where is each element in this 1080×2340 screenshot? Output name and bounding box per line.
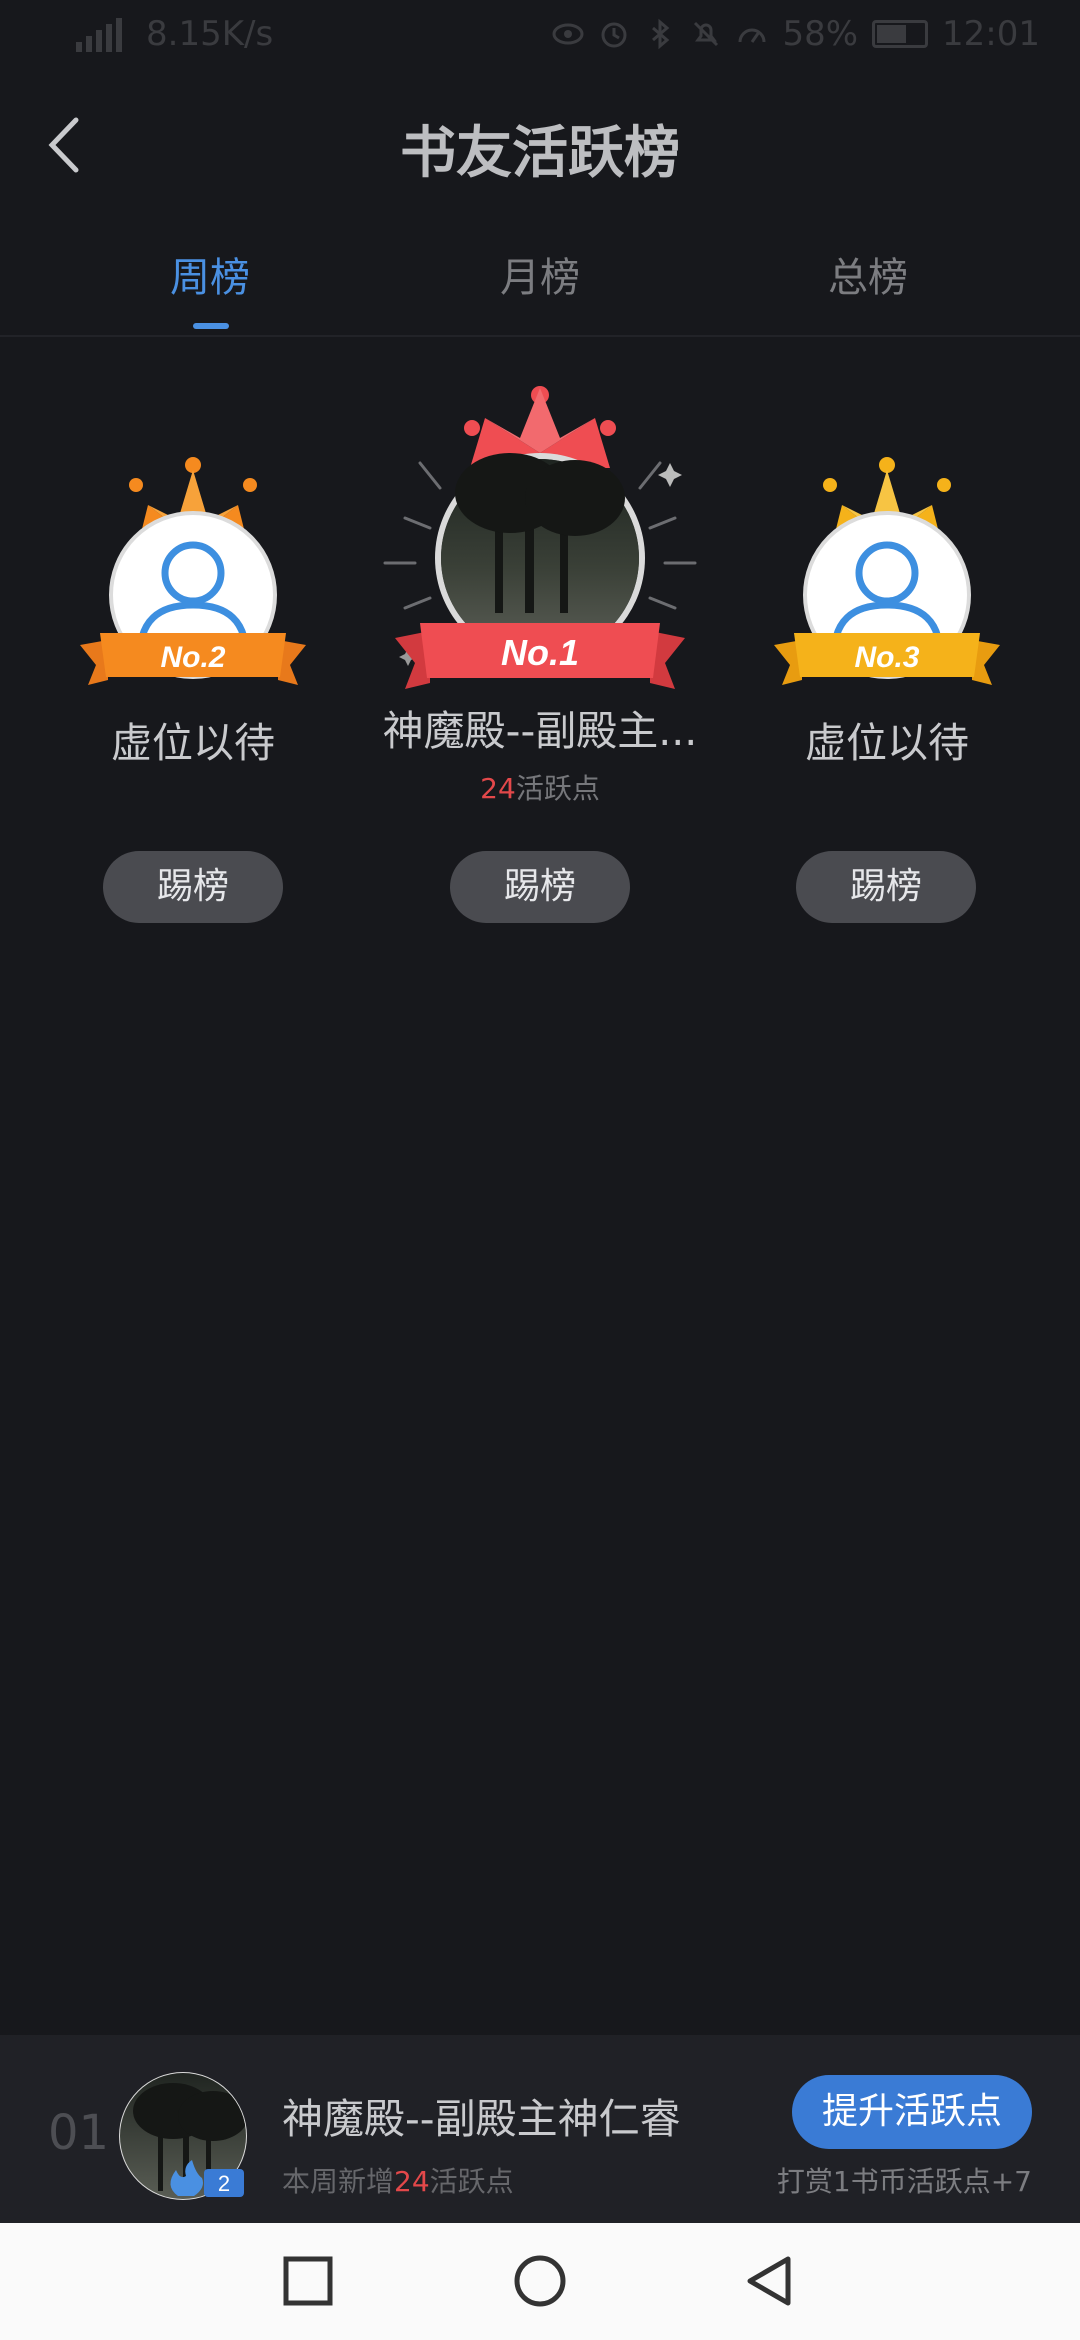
rank-badge-2: No.2 bbox=[80, 457, 306, 685]
speed-icon bbox=[738, 28, 766, 43]
user-name: 虚位以待 bbox=[111, 719, 275, 767]
home-icon[interactable] bbox=[512, 2253, 568, 2309]
tab-label: 月榜 bbox=[500, 255, 580, 301]
rank-badge-1: No.1 bbox=[383, 386, 697, 689]
bluetooth-icon bbox=[652, 18, 670, 50]
podium-second: No.2 虚位以待 bbox=[78, 445, 308, 769]
my-name: 神魔殿--副殿主神仁睿 bbox=[282, 2095, 681, 2143]
points-suffix: 活跃点 bbox=[515, 772, 600, 805]
podium-third: No.3 虚位以待 bbox=[772, 445, 1002, 769]
page-title: 书友活跃榜 bbox=[400, 120, 680, 186]
my-rank-bar: 01 2 神魔殿--副殿主神仁睿 本周新增24活跃点 提升活跃点 打赏1书币活跃… bbox=[0, 2035, 1080, 2223]
tab-total[interactable]: 总榜 bbox=[768, 245, 968, 303]
activity-points: 24活跃点 bbox=[375, 767, 705, 807]
sparkle-icon bbox=[658, 463, 682, 487]
active-tab-indicator bbox=[193, 323, 229, 329]
weekly-increase: 本周新增24活跃点 bbox=[282, 2160, 514, 2200]
rank-badge-label: No.3 bbox=[854, 641, 919, 674]
battery-percent: 58% bbox=[782, 14, 859, 54]
weekly-increase-value: 24 bbox=[394, 2165, 430, 2198]
podium-first: No.1 神魔殿--副殿主... 24活跃点 bbox=[375, 383, 705, 807]
signal-icon bbox=[76, 16, 124, 52]
avatar[interactable]: 2 bbox=[118, 2071, 248, 2201]
title-bar: 书友活跃榜 bbox=[0, 90, 1080, 200]
kick-button-third[interactable]: 踢榜 bbox=[796, 851, 976, 923]
clock: 12:01 bbox=[942, 14, 1040, 54]
mute-icon bbox=[694, 21, 719, 47]
eye-icon bbox=[552, 23, 584, 45]
tab-bar: 周榜 月榜 总榜 bbox=[0, 230, 1080, 337]
kick-button-second[interactable]: 踢榜 bbox=[103, 851, 283, 923]
level-number: 2 bbox=[218, 2171, 230, 2196]
battery-icon bbox=[872, 20, 929, 48]
system-nav-bar bbox=[0, 2223, 1080, 2340]
back-icon[interactable] bbox=[742, 2253, 798, 2309]
user-name: 神魔殿--副殿主... bbox=[382, 707, 698, 755]
tab-label: 周榜 bbox=[170, 255, 250, 301]
status-bar: 8.15K/s 58% 12:01 bbox=[0, 0, 1080, 75]
reward-tip: 打赏1书币活跃点+7 bbox=[776, 2165, 1032, 2198]
kick-button-first[interactable]: 踢榜 bbox=[450, 851, 630, 923]
alarm-icon bbox=[601, 22, 627, 48]
tab-weekly[interactable]: 周榜 bbox=[110, 245, 310, 329]
weekly-increase-suffix: 活跃点 bbox=[429, 2165, 514, 2198]
rank-badge-label: No.1 bbox=[501, 632, 579, 673]
points-value: 24 bbox=[480, 772, 516, 805]
rank-badge-3: No.3 bbox=[774, 457, 1000, 685]
weekly-increase-prefix: 本周新增 bbox=[282, 2165, 395, 2198]
network-speed: 8.15K/s bbox=[146, 14, 274, 54]
user-name: 虚位以待 bbox=[805, 719, 969, 767]
rank-badge-label: No.2 bbox=[160, 641, 225, 674]
tab-label: 总榜 bbox=[828, 255, 908, 301]
my-rank-number: 01 bbox=[48, 2105, 110, 2161]
recent-apps-icon[interactable] bbox=[280, 2253, 336, 2309]
boost-activity-button[interactable]: 提升活跃点 bbox=[792, 2075, 1032, 2149]
tab-monthly[interactable]: 月榜 bbox=[440, 245, 640, 303]
